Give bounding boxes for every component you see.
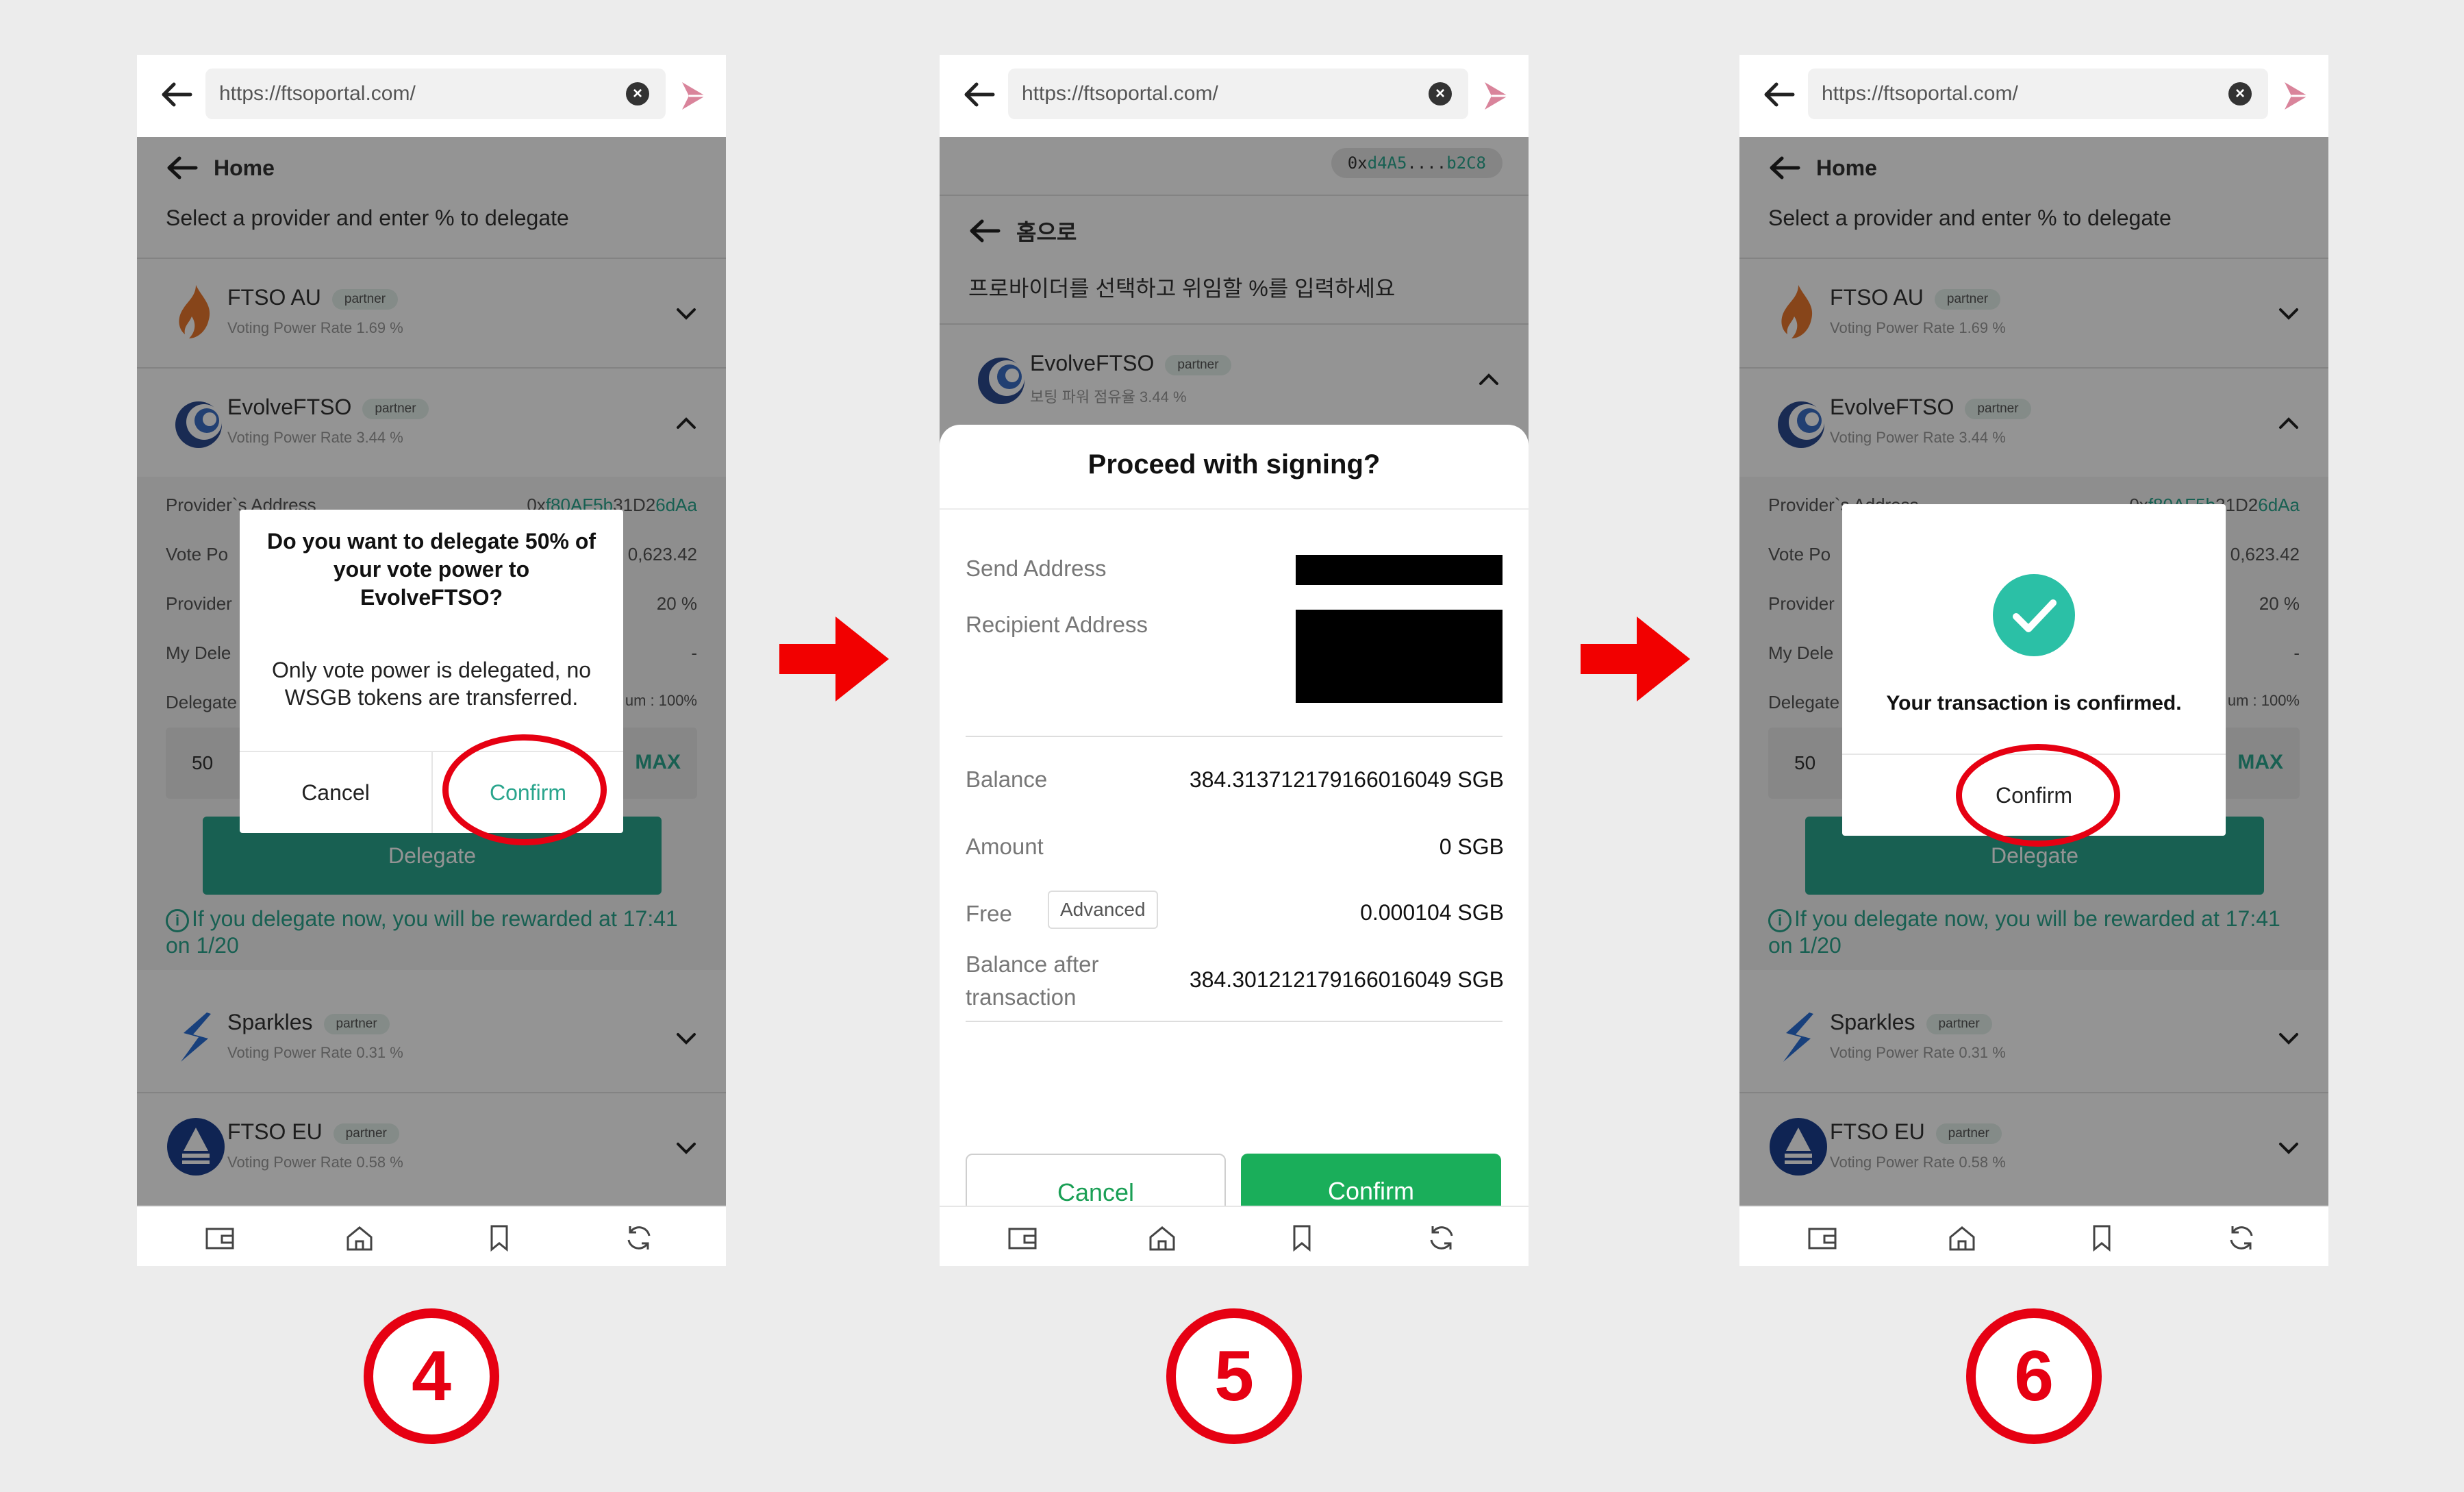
browser-url-bar: https://ftsoportal.com/ × bbox=[137, 55, 726, 137]
url-input[interactable]: https://ftsoportal.com/ × bbox=[1808, 69, 2268, 119]
bookmark-icon[interactable] bbox=[483, 1222, 515, 1254]
divider bbox=[966, 1021, 1503, 1022]
sheet-title: Proceed with signing? bbox=[1088, 449, 1381, 480]
clear-icon[interactable]: × bbox=[2228, 82, 2252, 105]
phone-screen-signing: https://ftsoportal.com/ × 0xd4A5....b2C8… bbox=[940, 55, 1529, 1266]
advanced-button[interactable]: Advanced bbox=[1048, 891, 1158, 929]
balance-after-label: Balance after transaction bbox=[966, 952, 1099, 1010]
recipient-address-label: Recipient Address bbox=[966, 612, 1148, 637]
highlight-circle bbox=[1956, 744, 2120, 847]
redacted-recipient-address bbox=[1296, 610, 1503, 703]
fee-row: Free Advanced bbox=[966, 891, 1192, 930]
clear-icon[interactable]: × bbox=[626, 82, 649, 105]
right-arrow-icon bbox=[1581, 617, 1690, 701]
amount-value: 0 SGB bbox=[1439, 834, 1504, 859]
clear-icon[interactable]: × bbox=[1429, 82, 1452, 105]
highlight-circle bbox=[442, 734, 607, 845]
browser-url-bar: https://ftsoportal.com/ × bbox=[1739, 55, 2328, 137]
url-text: https://ftsoportal.com/ bbox=[1022, 82, 1218, 105]
dialog-body: Only vote power is delegated, no WSGB to… bbox=[271, 658, 592, 710]
extension-icon[interactable] bbox=[1476, 75, 1518, 116]
confirmed-message: Your transaction is confirmed. bbox=[1886, 692, 2182, 714]
bottom-nav bbox=[137, 1206, 726, 1266]
url-input[interactable]: https://ftsoportal.com/ × bbox=[1008, 69, 1468, 119]
step-number-4: 4 bbox=[364, 1308, 499, 1444]
back-arrow-icon[interactable] bbox=[1759, 74, 1800, 115]
redacted-send-address bbox=[1296, 555, 1503, 585]
wallet-icon[interactable] bbox=[204, 1222, 236, 1254]
balance-value: 384.313712179166016049 SGB bbox=[1189, 767, 1504, 792]
fee-label: Free bbox=[966, 901, 1012, 926]
bottom-nav bbox=[1739, 1206, 2328, 1266]
url-text: https://ftsoportal.com/ bbox=[219, 82, 416, 105]
balance-label: Balance bbox=[966, 767, 1048, 792]
extension-icon[interactable] bbox=[2276, 75, 2317, 116]
bottom-nav bbox=[940, 1206, 1529, 1266]
check-icon bbox=[1993, 574, 2075, 656]
balance-after-value: 384.301212179166016049 SGB bbox=[1189, 967, 1504, 992]
amount-label: Amount bbox=[966, 834, 1044, 859]
refresh-icon[interactable] bbox=[1426, 1222, 1457, 1254]
wallet-icon[interactable] bbox=[1807, 1222, 1838, 1254]
divider bbox=[940, 508, 1529, 510]
divider bbox=[966, 736, 1503, 737]
wallet-icon[interactable] bbox=[1007, 1222, 1038, 1254]
send-address-label: Send Address bbox=[966, 556, 1107, 581]
back-arrow-icon[interactable] bbox=[959, 74, 1000, 115]
bookmark-icon[interactable] bbox=[2086, 1222, 2117, 1254]
url-text: https://ftsoportal.com/ bbox=[1822, 82, 2018, 105]
home-icon[interactable] bbox=[1946, 1222, 1978, 1254]
browser-url-bar: https://ftsoportal.com/ × bbox=[940, 55, 1529, 137]
back-arrow-icon[interactable] bbox=[156, 74, 197, 115]
right-arrow-icon bbox=[779, 617, 889, 701]
refresh-icon[interactable] bbox=[623, 1222, 655, 1254]
dialog-title: Do you want to delegate 50% of your vote… bbox=[266, 529, 596, 610]
home-icon[interactable] bbox=[1146, 1222, 1178, 1254]
home-icon[interactable] bbox=[344, 1222, 375, 1254]
phone-screen-delegate-dialog: https://ftsoportal.com/ × Home Select a … bbox=[137, 55, 726, 1266]
url-input[interactable]: https://ftsoportal.com/ × bbox=[205, 69, 666, 119]
step-number-5: 5 bbox=[1166, 1308, 1302, 1444]
bookmark-icon[interactable] bbox=[1286, 1222, 1318, 1254]
phone-screen-confirmed: https://ftsoportal.com/ × Home Select a … bbox=[1739, 55, 2328, 1266]
step-number-6: 6 bbox=[1966, 1308, 2102, 1444]
cancel-button[interactable]: Cancel bbox=[240, 752, 431, 833]
signing-sheet: Proceed with signing? Send Address Recip… bbox=[940, 425, 1529, 1232]
extension-icon[interactable] bbox=[674, 75, 715, 116]
fee-value: 0.000104 SGB bbox=[1360, 900, 1504, 925]
refresh-icon[interactable] bbox=[2226, 1222, 2257, 1254]
